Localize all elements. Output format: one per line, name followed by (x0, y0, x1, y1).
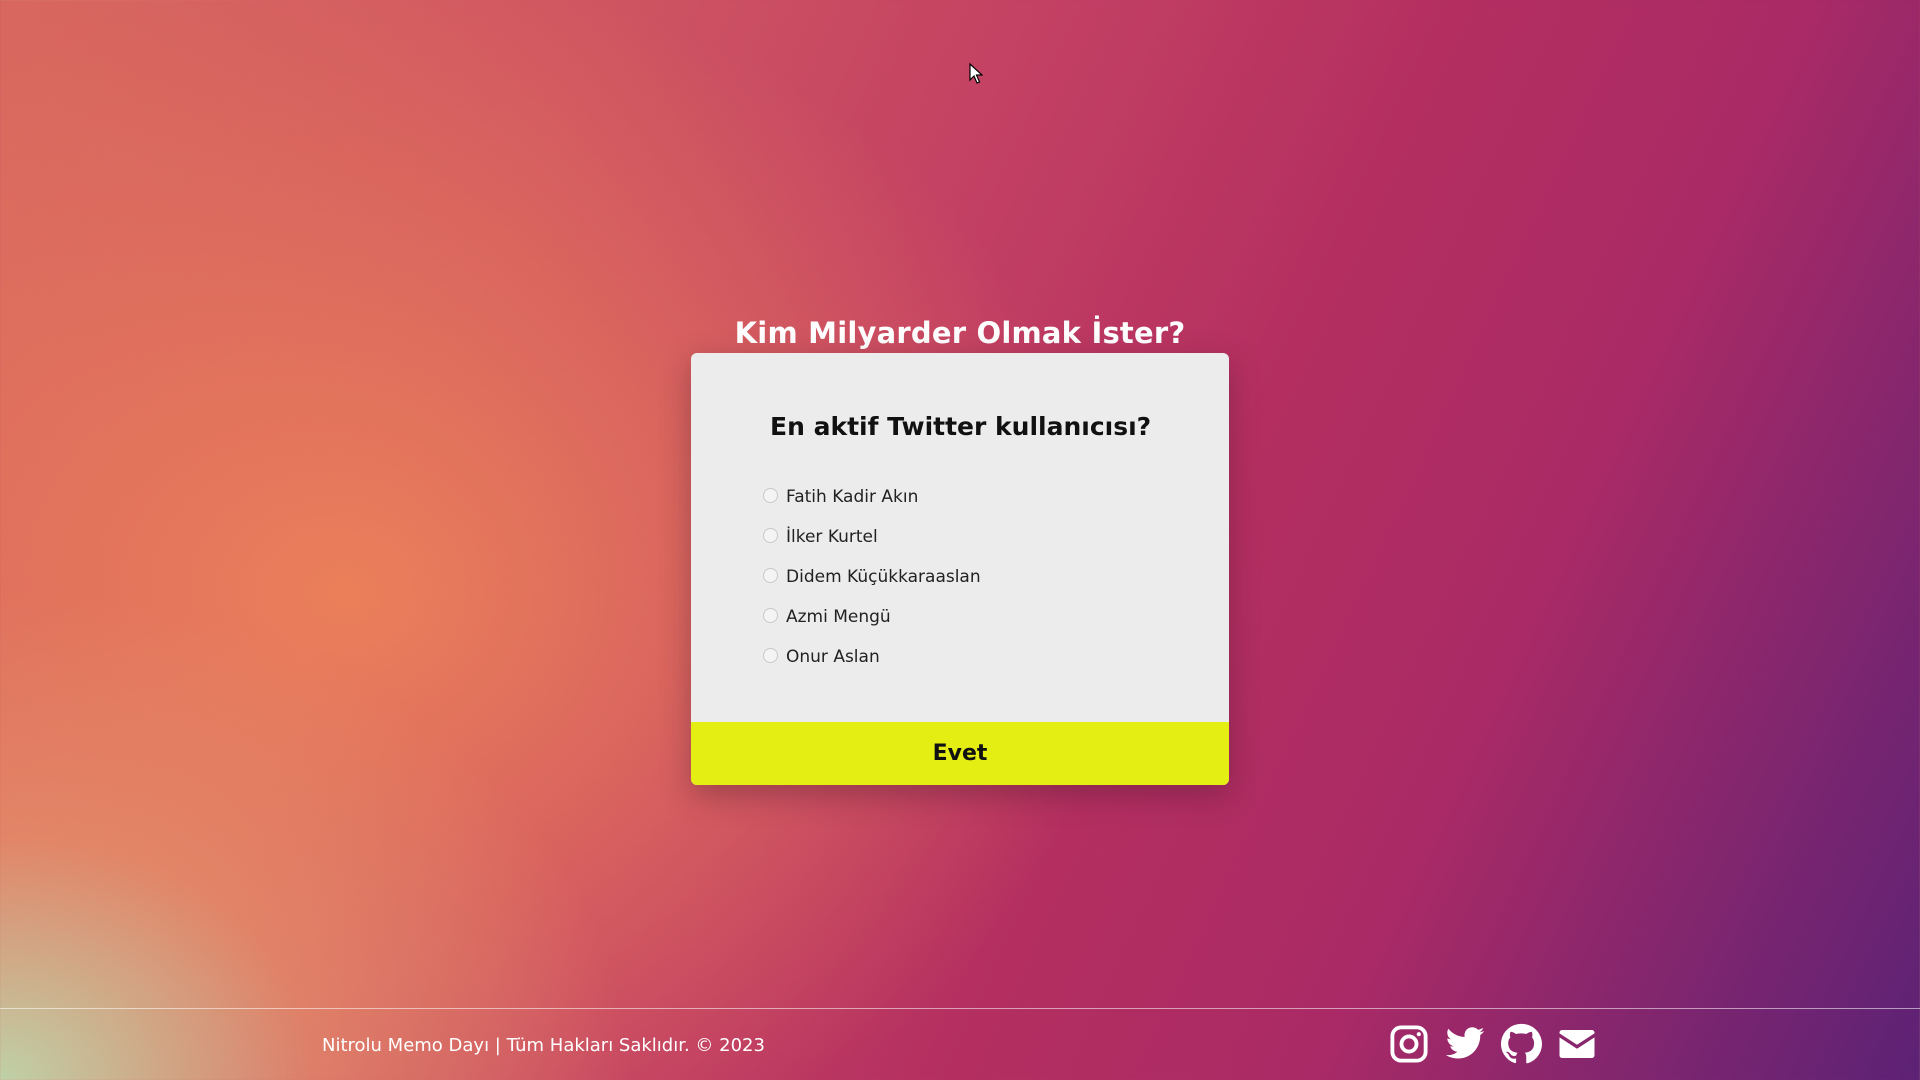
answer-options: Fatih Kadir Akın İlker Kurtel Didem Küçü… (763, 477, 981, 677)
answer-option[interactable]: Azmi Mengü (763, 597, 981, 637)
radio-button[interactable] (763, 487, 778, 503)
radio-button[interactable] (763, 567, 778, 583)
answer-label[interactable]: Onur Aslan (786, 647, 880, 667)
github-icon[interactable] (1500, 1023, 1542, 1065)
answer-label[interactable]: Fatih Kadir Akın (786, 487, 918, 507)
mail-icon[interactable] (1556, 1023, 1598, 1065)
social-links (1388, 1023, 1598, 1065)
footer: Nitrolu Memo Dayı | Tüm Hakları Saklıdır… (0, 1008, 1920, 1080)
instagram-icon[interactable] (1388, 1023, 1430, 1065)
radio-button[interactable] (763, 607, 778, 623)
mouse-cursor-icon (969, 63, 983, 84)
twitter-icon[interactable] (1444, 1023, 1486, 1065)
quiz-card: En aktif Twitter kullanıcısı? Fatih Kadi… (691, 353, 1229, 785)
copyright-text: Nitrolu Memo Dayı | Tüm Hakları Saklıdır… (322, 1035, 765, 1056)
question-text: En aktif Twitter kullanıcısı? (770, 412, 1152, 441)
radio-button[interactable] (763, 647, 778, 663)
answer-option[interactable]: Didem Küçükkaraaslan (763, 557, 981, 597)
answer-label[interactable]: Didem Küçükkaraaslan (786, 567, 981, 587)
submit-button[interactable]: Evet (691, 722, 1229, 785)
answer-option[interactable]: Onur Aslan (763, 637, 981, 677)
answer-option[interactable]: Fatih Kadir Akın (763, 477, 981, 517)
radio-button[interactable] (763, 527, 778, 543)
answer-option[interactable]: İlker Kurtel (763, 517, 981, 557)
answer-label[interactable]: Azmi Mengü (786, 607, 891, 627)
answer-label[interactable]: İlker Kurtel (786, 527, 878, 547)
page-title: Kim Milyarder Olmak İster? (734, 316, 1186, 351)
